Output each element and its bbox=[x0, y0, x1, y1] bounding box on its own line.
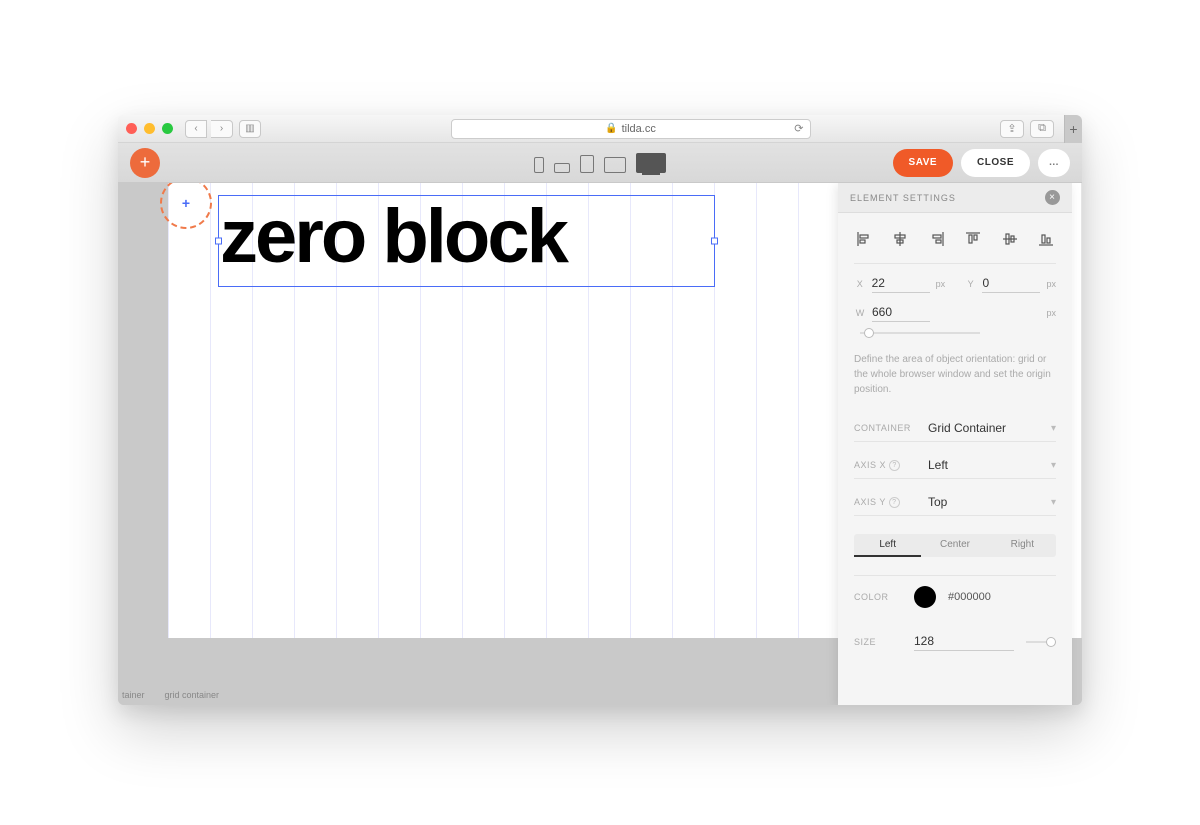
device-tablet-landscape[interactable] bbox=[604, 157, 626, 173]
plus-icon: + bbox=[140, 152, 151, 173]
footer-label-tainer: tainer bbox=[122, 690, 145, 700]
position-xy-row: X px Y px bbox=[854, 274, 1056, 293]
device-phone-portrait[interactable] bbox=[534, 157, 544, 173]
browser-titlebar: ‹ › ▥ 🔒 tilda.cc ⟳ ⇪ ⧉ + bbox=[118, 115, 1082, 143]
align-right-icon[interactable] bbox=[927, 229, 947, 249]
back-button[interactable]: ‹ bbox=[185, 120, 207, 138]
axis-x-select-row[interactable]: AXIS X? Left ▾ bbox=[854, 452, 1056, 479]
width-row: W px bbox=[854, 303, 1056, 322]
size-slider[interactable] bbox=[1026, 641, 1056, 643]
alignment-row bbox=[854, 225, 1056, 264]
align-center-v-icon[interactable] bbox=[1000, 229, 1020, 249]
resize-handle-right[interactable] bbox=[711, 238, 718, 245]
new-tab-button[interactable]: + bbox=[1064, 115, 1082, 143]
w-input[interactable] bbox=[872, 303, 930, 322]
size-row: SIZE bbox=[854, 628, 1056, 655]
element-settings-panel: ELEMENT SETTINGS × X px Y bbox=[838, 183, 1072, 705]
more-button[interactable]: ... bbox=[1038, 149, 1070, 177]
tabs-icon: ⧉ bbox=[1038, 122, 1046, 135]
color-swatch[interactable] bbox=[914, 586, 936, 608]
url-text: tilda.cc bbox=[622, 123, 656, 135]
align-left-icon[interactable] bbox=[854, 229, 874, 249]
color-value: #000000 bbox=[948, 591, 991, 603]
size-label: SIZE bbox=[854, 637, 902, 647]
chevron-down-icon: ▾ bbox=[1051, 460, 1056, 471]
reload-icon[interactable]: ⟳ bbox=[794, 122, 803, 135]
align-seg-center[interactable]: Center bbox=[921, 534, 988, 557]
browser-window: ‹ › ▥ 🔒 tilda.cc ⟳ ⇪ ⧉ + + SAVE CL bbox=[118, 115, 1082, 705]
share-icon: ⇪ bbox=[1007, 122, 1016, 135]
nav-buttons: ‹ › bbox=[185, 120, 233, 138]
align-top-icon[interactable] bbox=[963, 229, 983, 249]
w-unit: px bbox=[1046, 308, 1056, 318]
ellipsis-icon: ... bbox=[1049, 157, 1059, 168]
minimize-window-icon[interactable] bbox=[144, 123, 155, 134]
viewport-switcher bbox=[534, 153, 666, 173]
help-icon[interactable]: ? bbox=[889, 497, 900, 508]
slider-knob[interactable] bbox=[864, 328, 874, 338]
align-bottom-icon[interactable] bbox=[1036, 229, 1056, 249]
x-unit: px bbox=[936, 279, 946, 289]
axis-x-value: Left bbox=[928, 458, 1045, 472]
chevron-right-icon: › bbox=[220, 123, 223, 134]
color-row: COLOR #000000 bbox=[854, 575, 1056, 618]
text-element[interactable]: zero block bbox=[220, 197, 566, 277]
save-label: SAVE bbox=[909, 157, 938, 168]
workspace: + zero block tainer grid container ELEME… bbox=[118, 183, 1082, 705]
orientation-help-text: Define the area of object orientation: g… bbox=[854, 344, 1056, 405]
close-button[interactable]: CLOSE bbox=[961, 149, 1030, 177]
close-icon: × bbox=[1049, 192, 1056, 203]
sidebar-toggle-button[interactable]: ▥ bbox=[239, 120, 261, 138]
plus-icon: + bbox=[1069, 121, 1077, 137]
device-phone-landscape[interactable] bbox=[554, 163, 570, 173]
save-button[interactable]: SAVE bbox=[893, 149, 954, 177]
add-element-button[interactable]: + bbox=[130, 148, 160, 178]
slider-knob[interactable] bbox=[1046, 637, 1056, 647]
color-label: COLOR bbox=[854, 592, 902, 602]
axis-x-label: AXIS X? bbox=[854, 460, 922, 471]
panel-title: ELEMENT SETTINGS bbox=[850, 193, 956, 203]
x-input[interactable] bbox=[872, 274, 930, 293]
chevron-down-icon: ▾ bbox=[1051, 497, 1056, 508]
width-slider[interactable] bbox=[860, 332, 980, 334]
axis-y-select-row[interactable]: AXIS Y? Top ▾ bbox=[854, 489, 1056, 516]
close-window-icon[interactable] bbox=[126, 123, 137, 134]
window-controls bbox=[126, 123, 173, 134]
panel-close-button[interactable]: × bbox=[1045, 190, 1060, 205]
lock-icon: 🔒 bbox=[605, 123, 617, 134]
container-value: Grid Container bbox=[928, 421, 1045, 435]
sidebar-icon: ▥ bbox=[245, 123, 254, 134]
maximize-window-icon[interactable] bbox=[162, 123, 173, 134]
align-center-h-icon[interactable] bbox=[890, 229, 910, 249]
tabs-button[interactable]: ⧉ bbox=[1030, 120, 1054, 138]
close-label: CLOSE bbox=[977, 157, 1014, 168]
address-bar[interactable]: 🔒 tilda.cc ⟳ bbox=[451, 119, 811, 139]
share-button[interactable]: ⇪ bbox=[1000, 120, 1024, 138]
align-seg-left[interactable]: Left bbox=[854, 534, 921, 557]
text-align-segment: Left Center Right bbox=[854, 534, 1056, 557]
axis-y-label: AXIS Y? bbox=[854, 497, 922, 508]
container-select-row[interactable]: CONTAINER Grid Container ▾ bbox=[854, 415, 1056, 442]
origin-indicator[interactable]: + bbox=[160, 183, 212, 229]
y-unit: px bbox=[1046, 279, 1056, 289]
container-label: CONTAINER bbox=[854, 423, 922, 433]
size-input[interactable] bbox=[914, 632, 1014, 651]
device-tablet-portrait[interactable] bbox=[580, 155, 594, 173]
footer-label-grid-container: grid container bbox=[165, 690, 220, 700]
axis-y-value: Top bbox=[928, 495, 1045, 509]
chevron-down-icon: ▾ bbox=[1051, 423, 1056, 434]
help-icon[interactable]: ? bbox=[889, 460, 900, 471]
editor-toolbar: + SAVE CLOSE ... bbox=[118, 143, 1082, 183]
w-label: W bbox=[854, 308, 866, 318]
device-desktop[interactable] bbox=[636, 153, 666, 173]
y-input[interactable] bbox=[982, 274, 1040, 293]
forward-button[interactable]: › bbox=[211, 120, 233, 138]
y-label: Y bbox=[965, 279, 977, 289]
align-seg-right[interactable]: Right bbox=[989, 534, 1056, 557]
chevron-left-icon: ‹ bbox=[194, 123, 197, 134]
panel-header: ELEMENT SETTINGS × bbox=[838, 183, 1072, 213]
x-label: X bbox=[854, 279, 866, 289]
origin-plus-icon: + bbox=[182, 195, 190, 211]
